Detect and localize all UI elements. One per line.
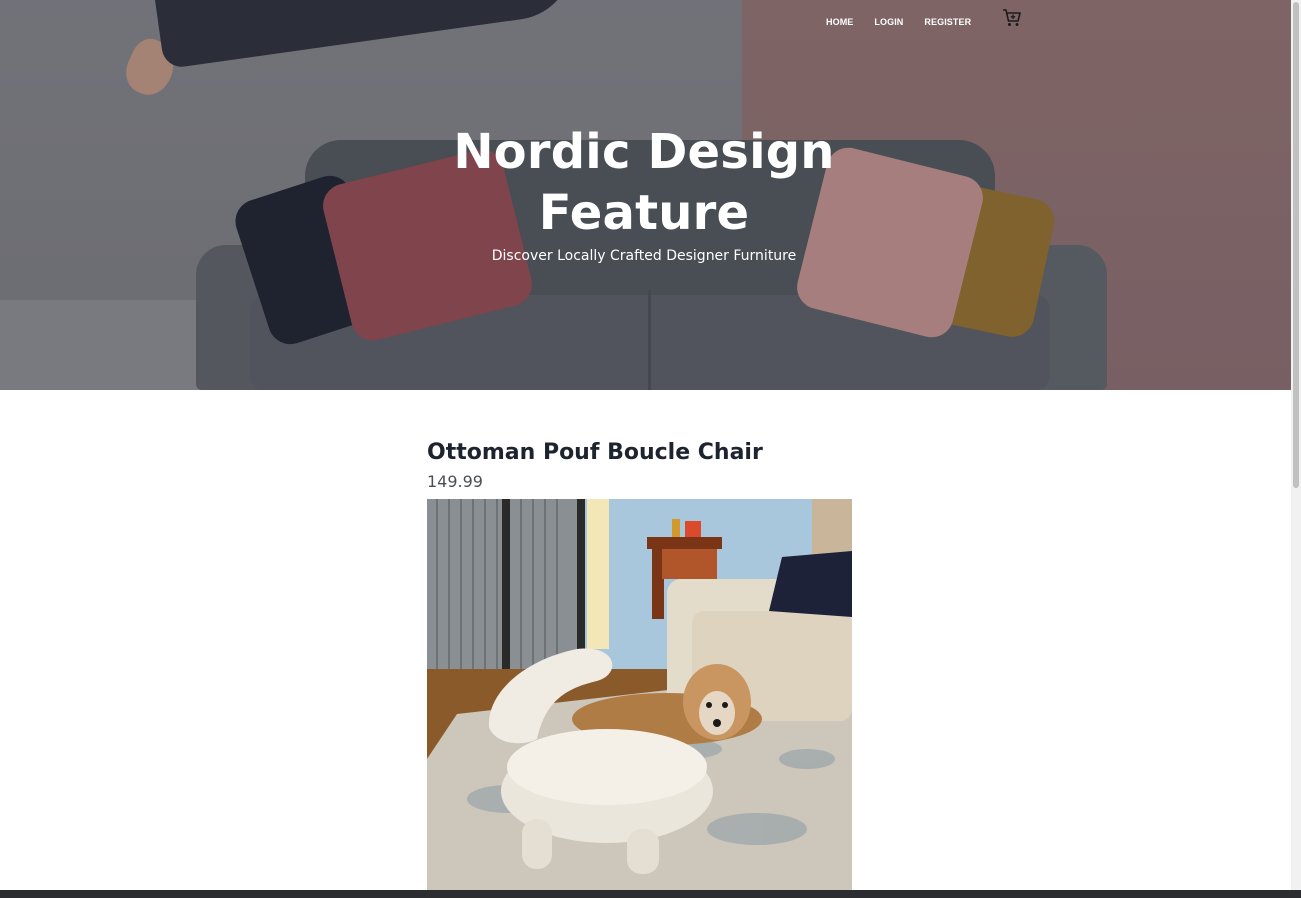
product-image[interactable] [427, 499, 852, 890]
page-viewport: Nordic Design Feature Discover Locally C… [0, 0, 1291, 890]
product-price: 149.99 [427, 472, 483, 491]
hero-banner: Nordic Design Feature Discover Locally C… [0, 0, 1291, 390]
nav-link-register[interactable]: REGISTER [924, 17, 971, 27]
status-bar [0, 890, 1301, 898]
main-nav: HOME LOGIN REGISTER [826, 16, 992, 28]
product-name[interactable]: Ottoman Pouf Boucle Chair [427, 438, 763, 468]
nav-link-login[interactable]: LOGIN [874, 17, 903, 27]
nav-link-home[interactable]: HOME [826, 17, 853, 27]
hero-subtitle: Discover Locally Crafted Designer Furnit… [491, 248, 797, 264]
shopping-cart-icon[interactable] [1002, 8, 1022, 28]
hero-title: Nordic Design Feature [453, 124, 835, 241]
scrollbar-thumb[interactable] [1293, 2, 1299, 488]
vertical-scrollbar[interactable] [1291, 0, 1301, 890]
